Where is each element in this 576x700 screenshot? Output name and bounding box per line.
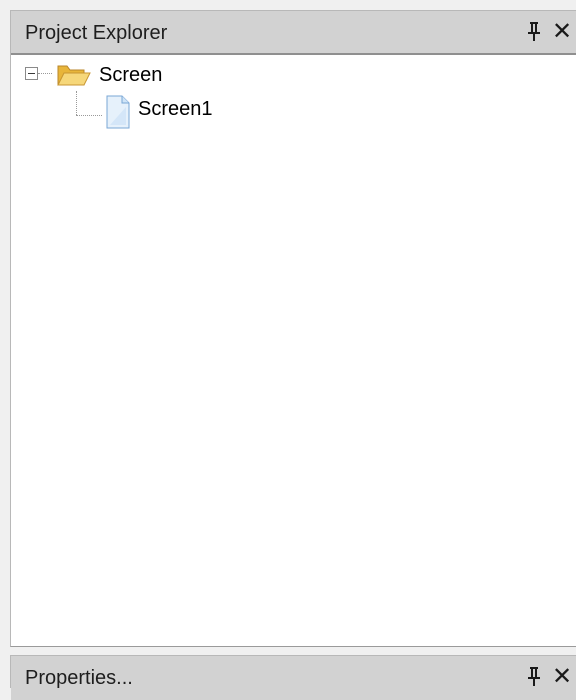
- tree-node-label: Screen1: [138, 98, 213, 120]
- tree-connector: [76, 115, 102, 117]
- project-explorer-titlebar[interactable]: Project Explorer ✕: [11, 11, 576, 55]
- file-icon: [106, 95, 130, 129]
- properties-title: Properties...: [25, 667, 133, 689]
- project-explorer-panel: Project Explorer ✕ Screen Screen1: [10, 10, 576, 647]
- close-icon[interactable]: ✕: [552, 20, 576, 46]
- collapse-icon[interactable]: [25, 67, 38, 80]
- properties-titlebar[interactable]: Properties... ✕: [11, 656, 576, 700]
- tree-node-screen[interactable]: Screen: [99, 63, 162, 87]
- project-explorer-title: Project Explorer: [25, 22, 168, 44]
- pin-icon[interactable]: [526, 21, 542, 43]
- tree-node-screen1[interactable]: Screen1: [138, 97, 213, 121]
- folder-open-icon: [56, 62, 92, 88]
- close-icon[interactable]: ✕: [552, 665, 576, 691]
- tree-node-label: Screen: [99, 64, 163, 86]
- window-top-strip: [0, 0, 576, 10]
- properties-panel: Properties... ✕: [10, 655, 576, 700]
- tree-connector: [76, 91, 78, 115]
- tree-connector: [38, 73, 52, 75]
- pin-icon[interactable]: [526, 666, 542, 688]
- project-tree: Screen Screen1: [11, 55, 576, 645]
